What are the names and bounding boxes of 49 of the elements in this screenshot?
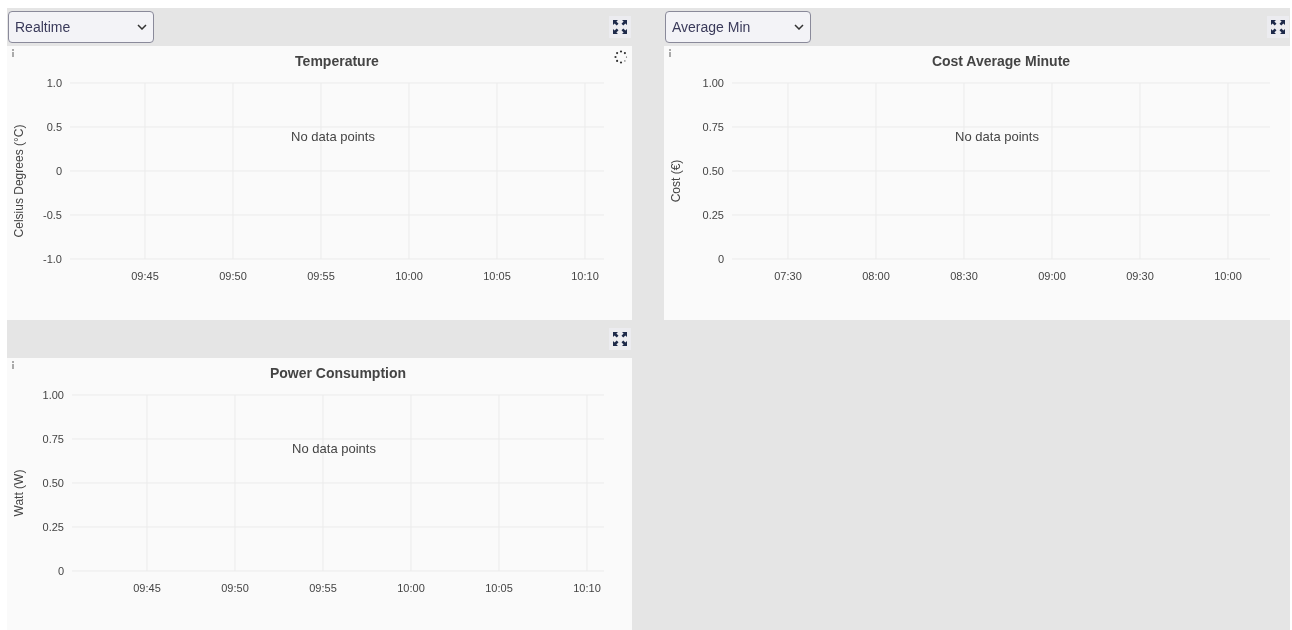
chevron-down-icon [137, 24, 147, 30]
y-axis-label: Cost (€) [669, 159, 683, 203]
y-tick-label: 0 [717, 253, 724, 265]
y-tick-label: -0.5 [43, 209, 62, 221]
y-tick-label: 0.25 [702, 209, 724, 221]
x-tick-label: 08:00 [862, 270, 890, 282]
range-select[interactable]: Realtime [8, 11, 154, 43]
y-axis-label: Watt (W) [12, 469, 26, 517]
chart-title: Temperature [295, 53, 379, 69]
y-tick-label: 0 [55, 165, 62, 177]
x-tick-label: 09:55 [309, 582, 337, 594]
x-tick-label: 09:00 [1038, 270, 1066, 282]
y-tick-label: 0 [57, 565, 64, 577]
no-data-message: No data points [291, 129, 375, 144]
chevron-down-icon [794, 24, 804, 30]
y-tick-label: 0.25 [42, 521, 64, 533]
x-tick-label: 09:45 [133, 582, 161, 594]
chart-title: Power Consumption [269, 365, 407, 381]
x-tick-label: 09:30 [1126, 270, 1154, 282]
y-tick-label: 1.00 [42, 389, 64, 401]
expand-icon[interactable] [609, 328, 631, 350]
y-tick-label: 1.00 [702, 77, 724, 89]
expand-icon[interactable] [609, 16, 631, 38]
y-tick-label: 0.50 [42, 477, 64, 489]
y-tick-label: 0.50 [702, 165, 724, 177]
y-tick-label: 1.0 [46, 77, 62, 89]
y-axis-label: Celsius Degrees (°C) [12, 124, 26, 238]
expand-icon[interactable] [1267, 16, 1289, 38]
y-tick-label: 0.75 [42, 433, 64, 445]
x-tick-label: 07:30 [774, 270, 802, 282]
no-data-message: No data points [292, 441, 376, 456]
x-tick-label: 09:50 [219, 270, 247, 282]
no-data-message: No data points [955, 129, 1039, 144]
x-tick-label: 09:45 [131, 270, 159, 282]
y-tick-label: -1.0 [43, 253, 62, 265]
x-tick-label: 08:30 [950, 270, 978, 282]
x-tick-label: 10:00 [1214, 270, 1242, 282]
x-tick-label: 09:55 [307, 270, 335, 282]
x-tick-label: 10:00 [395, 270, 423, 282]
x-tick-label: 10:00 [397, 582, 425, 594]
y-tick-label: 0.5 [46, 121, 62, 133]
y-tick-label: 0.75 [702, 121, 724, 133]
x-tick-label: 10:10 [573, 582, 601, 594]
chart-title: Cost Average Minute [931, 53, 1071, 69]
x-tick-label: 10:10 [571, 270, 599, 282]
x-tick-label: 09:50 [221, 582, 249, 594]
range-select[interactable]: Average Min [665, 11, 811, 43]
x-tick-label: 10:05 [485, 582, 513, 594]
x-tick-label: 10:05 [483, 270, 511, 282]
